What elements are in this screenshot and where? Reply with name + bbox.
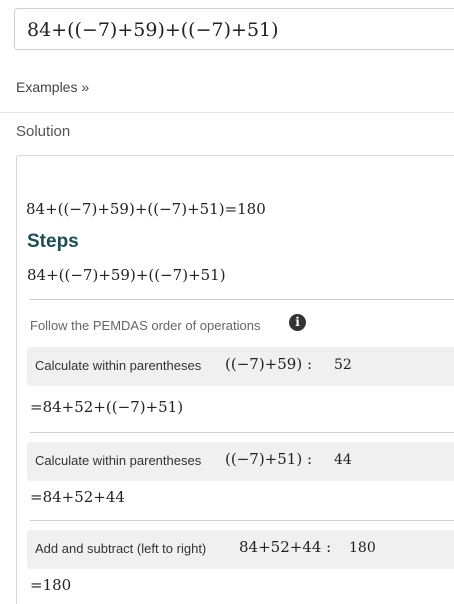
step-2-output: =84+52+44 xyxy=(30,488,125,506)
step-3-math: 84+52+44 : xyxy=(239,538,332,556)
divider xyxy=(0,112,454,113)
pemdas-note: Follow the PEMDAS order of operations xyxy=(30,318,261,333)
step-3-result: 180 xyxy=(349,540,376,556)
solution-result: 84+((−7)+59)+((−7)+51)=180 xyxy=(26,200,266,218)
info-icon[interactable]: i xyxy=(289,314,306,331)
step-box-1[interactable]: Calculate within parentheses ((−7)+59) :… xyxy=(27,347,454,386)
step-2-result: 44 xyxy=(334,452,352,468)
step-2-label: Calculate within parentheses xyxy=(35,453,202,468)
step-2-math: ((−7)+51) : xyxy=(225,450,312,468)
step-3-label: Add and subtract (left to right) xyxy=(35,541,207,556)
step-box-2[interactable]: Calculate within parentheses ((−7)+51) :… xyxy=(27,442,454,481)
steps-separator xyxy=(30,299,454,300)
step-1-output: =84+52+((−7)+51) xyxy=(30,398,184,416)
steps-title: Steps xyxy=(27,231,79,252)
step-box-3[interactable]: Add and subtract (left to right) 84+52+4… xyxy=(27,530,454,569)
step-1-math: ((−7)+59) : xyxy=(225,355,312,373)
steps-expression: 84+((−7)+59)+((−7)+51) xyxy=(27,266,226,284)
math-input[interactable]: 84+((−7)+59)+((−7)+51) xyxy=(14,8,454,50)
step-1-label: Calculate within parentheses xyxy=(35,358,202,373)
step-separator-2 xyxy=(30,520,454,521)
math-input-expression[interactable]: 84+((−7)+59)+((−7)+51) xyxy=(27,19,279,41)
step-3-output: =180 xyxy=(30,576,72,594)
solution-heading: Solution xyxy=(16,123,71,140)
step-1-result: 52 xyxy=(334,357,352,373)
step-separator-1 xyxy=(30,432,454,433)
examples-link[interactable]: Examples » xyxy=(16,79,89,95)
